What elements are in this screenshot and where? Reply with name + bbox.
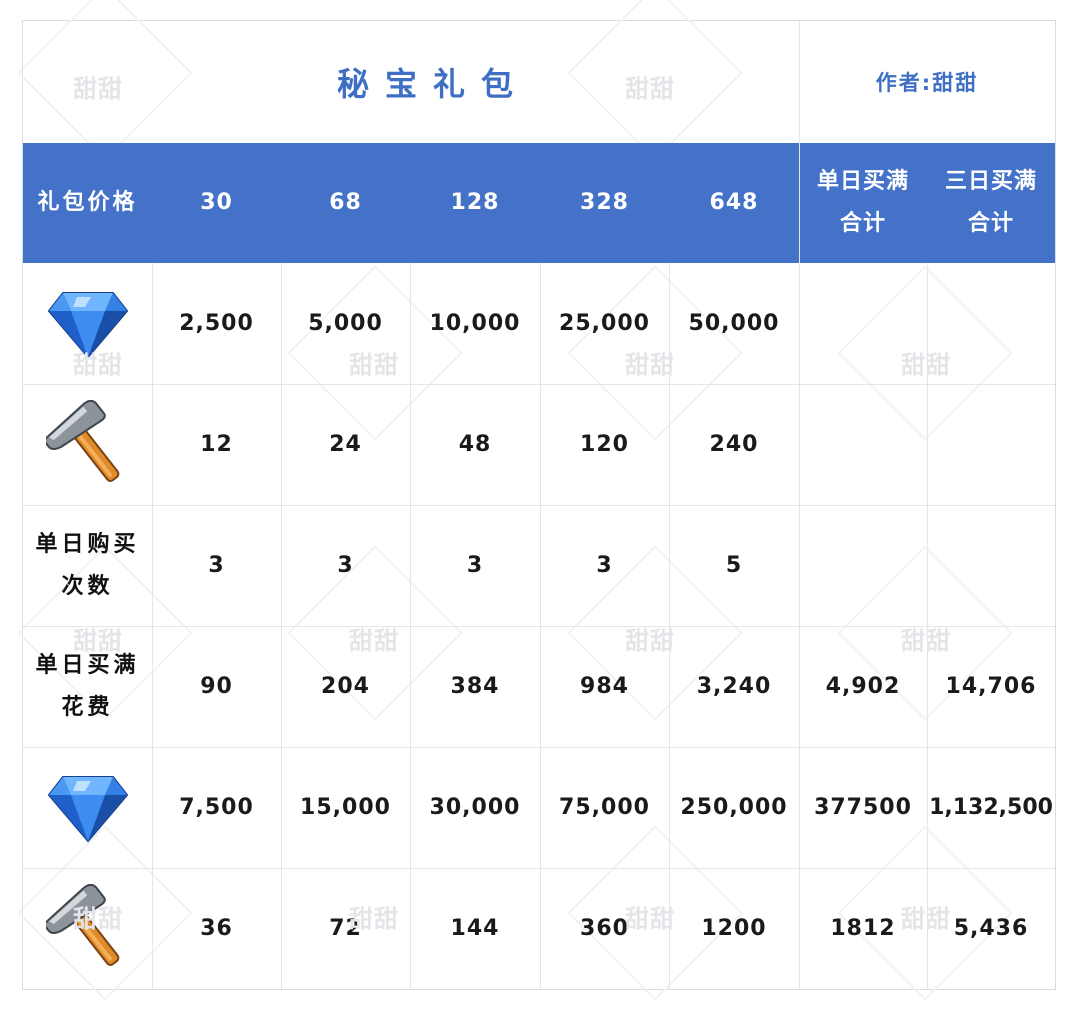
row-total-gems-icon-cell — [23, 747, 152, 868]
daily-count-30: 3 — [208, 553, 225, 578]
daily-cost-68: 204 — [321, 674, 370, 699]
hammers-30: 12 — [200, 432, 233, 457]
gems-128: 10,000 — [429, 311, 521, 336]
total-gems-328: 75,000 — [559, 795, 650, 820]
daily-cost-648: 3,240 — [696, 674, 772, 699]
gift-pack-table: 秘宝礼包 作者:甜甜 礼包价格 30 68 128 328 648 单日买满 合… — [17, 0, 1056, 1001]
total-gems-daily-total: 377500 — [814, 795, 912, 820]
daily-cost-label-line2: 花费 — [61, 694, 114, 720]
hammers-128: 48 — [458, 432, 492, 457]
author-credit: 作者:甜甜 — [875, 71, 979, 95]
header-price-label-text: 礼包价格 — [37, 190, 138, 215]
header-three-day-total: 三日买满 合计 — [927, 143, 1055, 263]
page-title: 秘宝礼包 — [336, 65, 529, 103]
daily-cost-daily-total: 4,902 — [825, 674, 901, 699]
header-three-day-total-line2: 合计 — [967, 211, 1014, 236]
daily-cost-128: 384 — [450, 674, 500, 699]
header-daily-total-line2: 合计 — [839, 211, 886, 236]
daily-count-648: 5 — [725, 553, 743, 578]
header-daily-total: 单日买满 合计 — [799, 143, 927, 263]
watermark-diamond — [837, 265, 1013, 441]
daily-cost-328: 984 — [580, 674, 629, 699]
total-gems-128: 30,000 — [429, 795, 521, 820]
header-price-128: 128 — [450, 190, 500, 215]
title-row: 秘宝礼包 作者:甜甜 — [23, 21, 1055, 143]
total-gems-68: 15,000 — [300, 795, 391, 820]
table-header-row: 礼包价格 30 68 128 328 648 单日买满 合计 三日买满 合计 — [23, 143, 1055, 263]
hammers-68: 24 — [329, 432, 362, 457]
total-hammers-128: 144 — [450, 916, 500, 941]
blue-gem-icon — [47, 775, 128, 843]
hammer-icon — [45, 399, 119, 482]
total-hammers-daily-total: 1812 — [830, 916, 896, 941]
header-three-day-total-line1: 三日买满 — [944, 169, 1037, 194]
total-hammers-68: 72 — [329, 916, 362, 941]
daily-count-label-line2: 次数 — [61, 573, 114, 599]
gems-30: 2,500 — [179, 311, 254, 336]
header-price-30: 30 — [200, 190, 233, 215]
header-price-label: 礼包价格 — [23, 143, 152, 263]
gems-648: 50,000 — [688, 311, 780, 336]
total-hammers-30: 36 — [200, 916, 233, 941]
daily-cost-label-line1: 单日买满 — [35, 652, 140, 678]
daily-cost-label: 单日买满 花费 — [23, 626, 152, 747]
daily-count-68: 3 — [337, 553, 354, 578]
daily-cost-30: 90 — [200, 674, 233, 699]
blue-gem-icon — [47, 291, 128, 359]
row-hammers-icon-cell — [23, 384, 152, 505]
gems-68: 5,000 — [308, 311, 383, 336]
daily-count-label: 单日购买 次数 — [23, 505, 152, 626]
hammers-648: 240 — [709, 432, 759, 457]
header-price-68: 68 — [329, 190, 362, 215]
daily-count-128: 3 — [466, 553, 484, 578]
hammers-328: 120 — [580, 432, 629, 457]
daily-count-label-line1: 单日购买 — [35, 531, 140, 557]
gems-328: 25,000 — [559, 311, 650, 336]
header-price-648: 648 — [709, 190, 759, 215]
total-gems-30: 7,500 — [179, 795, 254, 820]
row-gems-icon-cell — [23, 263, 152, 384]
total-hammers-648: 1200 — [701, 916, 767, 941]
hammer-icon — [45, 883, 119, 966]
daily-count-328: 3 — [596, 553, 613, 578]
total-gems-648: 250,000 — [680, 795, 788, 820]
header-price-328: 328 — [580, 190, 629, 215]
row-total-hammers-icon-cell — [23, 868, 152, 989]
daily-cost-three-day-total: 14,706 — [945, 674, 1037, 699]
total-hammers-328: 360 — [580, 916, 629, 941]
total-gems-three-day-total: 1,132,500 — [929, 795, 1053, 820]
header-daily-total-line1: 单日买满 — [816, 169, 909, 194]
watermark-text: 甜甜 — [901, 351, 951, 379]
total-hammers-three-day-total: 5,436 — [953, 916, 1029, 941]
